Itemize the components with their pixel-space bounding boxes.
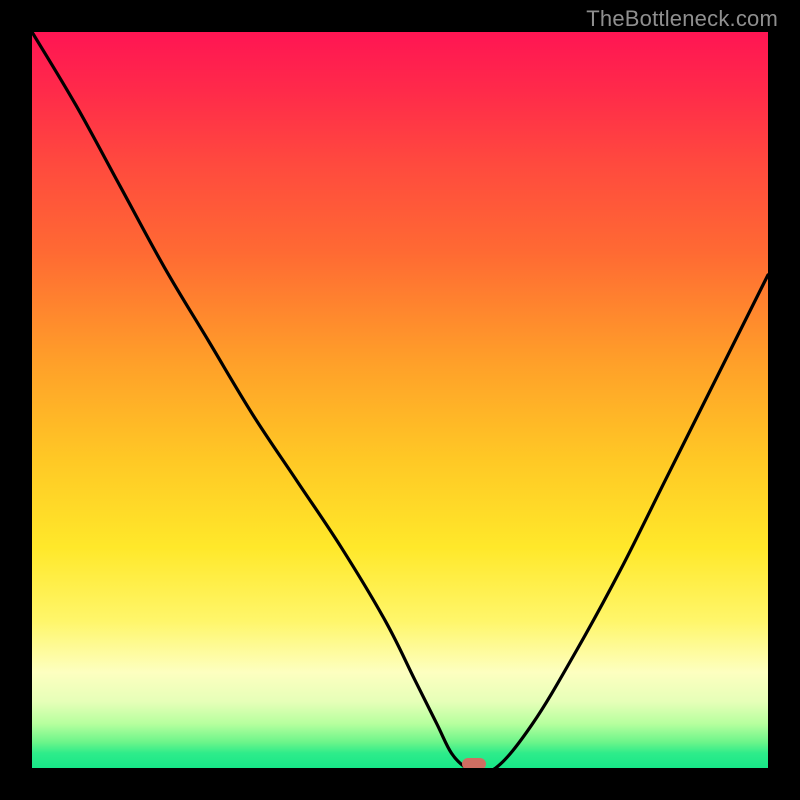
bottleneck-curve (32, 32, 768, 768)
plot-area (32, 32, 768, 768)
optimum-marker (462, 758, 486, 768)
chart-frame: TheBottleneck.com (0, 0, 800, 800)
watermark-text: TheBottleneck.com (586, 6, 778, 32)
